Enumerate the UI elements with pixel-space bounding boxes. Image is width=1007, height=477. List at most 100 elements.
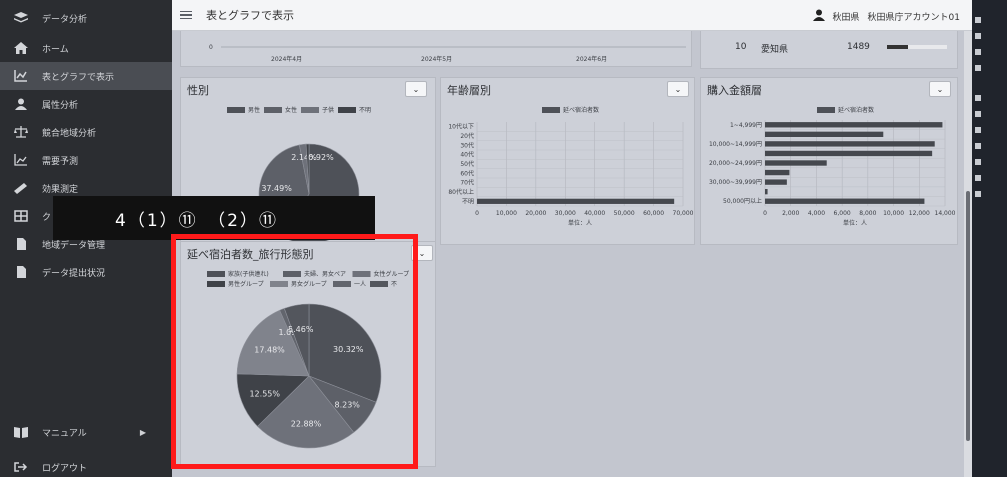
taskbar-item[interactable] (975, 14, 1005, 26)
age-x-tick: 60,000 (643, 210, 664, 217)
age-chart-card: 年齢層別 ⌄ 延べ宿泊者数 0 10,000 20,000 30,000 40,000 50… (440, 77, 695, 245)
age-x-tick: 70,000 (673, 210, 694, 217)
sidebar-item-label: ホーム (42, 44, 69, 55)
monthly-chart-card: 0 2024年4月 2024年5月 2024年6月 (180, 31, 692, 67)
purchase-bar[interactable] (765, 179, 787, 185)
taskbar-item[interactable] (975, 172, 1005, 184)
sidebar-item-forecast[interactable]: 需要予測 (0, 146, 172, 174)
gender-legend-swatch (301, 107, 319, 113)
scrollbar[interactable] (964, 31, 972, 477)
sidebar-item-submission[interactable]: データ提出状況 (0, 258, 172, 286)
layers-icon (12, 11, 30, 25)
sidebar-item-label: 競合地域分析 (42, 128, 97, 139)
home-icon (12, 41, 30, 55)
age-y-tick: 70代 (460, 179, 474, 187)
user-icon (812, 9, 825, 24)
purchase-bar[interactable] (765, 141, 935, 147)
age-y-tick: 40代 (460, 151, 474, 159)
sidebar-item-label: 効果測定 (42, 184, 79, 195)
chevron-down-icon[interactable]: ⌄ (405, 81, 427, 97)
taskbar-item[interactable] (975, 62, 1005, 74)
gender-legend-swatch (264, 107, 282, 113)
age-y-tick: 20代 (460, 132, 474, 140)
table-rank: 10 (735, 42, 747, 52)
book-icon (12, 425, 30, 439)
age-legend-label: 延べ宿泊者数 (563, 106, 599, 114)
prefecture-name: 秋田県 (832, 13, 860, 23)
person-icon (12, 97, 30, 111)
age-x-tick: 20,000 (525, 210, 546, 217)
age-x-tick: 50,000 (614, 210, 635, 217)
purchase-bar[interactable] (765, 150, 933, 157)
sidebar-item-attribute[interactable]: 属性分析 (0, 90, 172, 118)
table-pref: 愛知県 (761, 45, 789, 55)
value-bar-track (887, 45, 947, 49)
chevron-down-icon[interactable]: ⌄ (929, 81, 951, 97)
sidebar-item-label: 属性分析 (42, 100, 79, 111)
gender-legend-label: 子供 (322, 106, 334, 114)
purchase-legend-label: 延べ宿泊者数 (838, 106, 874, 114)
os-taskbar (972, 0, 1007, 477)
purchase-unit-label: 単位：人 (843, 219, 867, 227)
age-bar[interactable] (477, 198, 675, 204)
chart-title: 購入金額層 (707, 84, 762, 97)
taskbar-item[interactable] (975, 30, 1005, 42)
sidebar-item-home[interactable]: ホーム (0, 34, 172, 62)
account-name: 秋田県庁アカウント01 (867, 13, 960, 23)
balance-icon (12, 125, 30, 139)
chevron-down-icon[interactable]: ⌄ (667, 81, 689, 97)
gender-legend-label: 男性 (248, 106, 260, 114)
purchase-bar[interactable] (765, 160, 827, 166)
gender-legend-label: 女性 (285, 106, 297, 114)
sidebar-item-label: ログアウト (42, 463, 88, 474)
age-x-tick: 10,000 (496, 210, 517, 217)
taskbar-item[interactable] (975, 124, 1005, 136)
age-unit-label: 単位：人 (568, 219, 592, 227)
purchase-bar[interactable] (765, 122, 943, 128)
purchase-bar[interactable] (765, 169, 790, 176)
purchase-y-tick: 30,000~39,999円 (709, 179, 762, 186)
taskbar-item[interactable] (975, 188, 1005, 200)
purchase-y-tick: 1~4,999円 (730, 122, 762, 129)
purchase-y-tick: 20,000~24,999円 (709, 160, 762, 167)
purchase-bar[interactable] (765, 198, 925, 204)
purchase-x-tick: 10,000 (883, 210, 904, 217)
account-area[interactable]: 秋田県 秋田県庁アカウント01 (812, 9, 960, 24)
purchase-x-tick: 2,000 (782, 210, 799, 217)
sidebar-item-table-graph[interactable]: 表とグラフで表示 (0, 62, 172, 90)
x-tick: 2024年6月 (576, 55, 607, 63)
sidebar-item-logout[interactable]: ログアウト (0, 453, 172, 477)
purchase-x-tick: 6,000 (834, 210, 851, 217)
scrollbar-thumb[interactable] (966, 191, 970, 441)
sidebar-item-competitor[interactable]: 競合地域分析 (0, 118, 172, 146)
taskbar-item[interactable] (975, 92, 1005, 104)
chart-title: 性別 (187, 84, 209, 97)
purchase-y-tick: 50,000円以上 (723, 197, 762, 205)
file-icon (12, 265, 30, 279)
taskbar-item[interactable] (975, 46, 1005, 58)
age-y-tick: 不明 (462, 198, 474, 205)
age-x-tick: 40,000 (584, 210, 605, 217)
file-icon (12, 237, 30, 251)
taskbar-item[interactable] (975, 108, 1005, 120)
purchase-bar[interactable] (765, 188, 768, 195)
age-legend-swatch (542, 107, 560, 113)
taskbar-item[interactable] (975, 140, 1005, 152)
sidebar-app-title[interactable]: データ分析 (0, 4, 172, 32)
taskbar-item[interactable] (975, 156, 1005, 168)
purchase-bar[interactable] (765, 131, 884, 138)
caret-right-icon: ▶ (139, 427, 146, 437)
menu-icon[interactable] (180, 10, 192, 20)
gender-legend-swatch (338, 107, 356, 113)
y-tick: 0 (209, 44, 213, 51)
sidebar-item-manual[interactable]: マニュアル ▶ (0, 418, 172, 446)
age-y-tick: 30代 (460, 141, 474, 149)
grid-icon (12, 209, 30, 223)
age-y-tick: 10代以下 (448, 123, 474, 131)
trend-icon (12, 153, 30, 167)
sidebar-item-label: 表とグラフで表示 (42, 72, 115, 83)
chart-title: 年齢層別 (447, 84, 491, 97)
x-tick: 2024年4月 (271, 55, 302, 63)
app-title: データ分析 (42, 14, 88, 25)
purchase-y-tick: 10,000~14,999円 (709, 141, 762, 148)
